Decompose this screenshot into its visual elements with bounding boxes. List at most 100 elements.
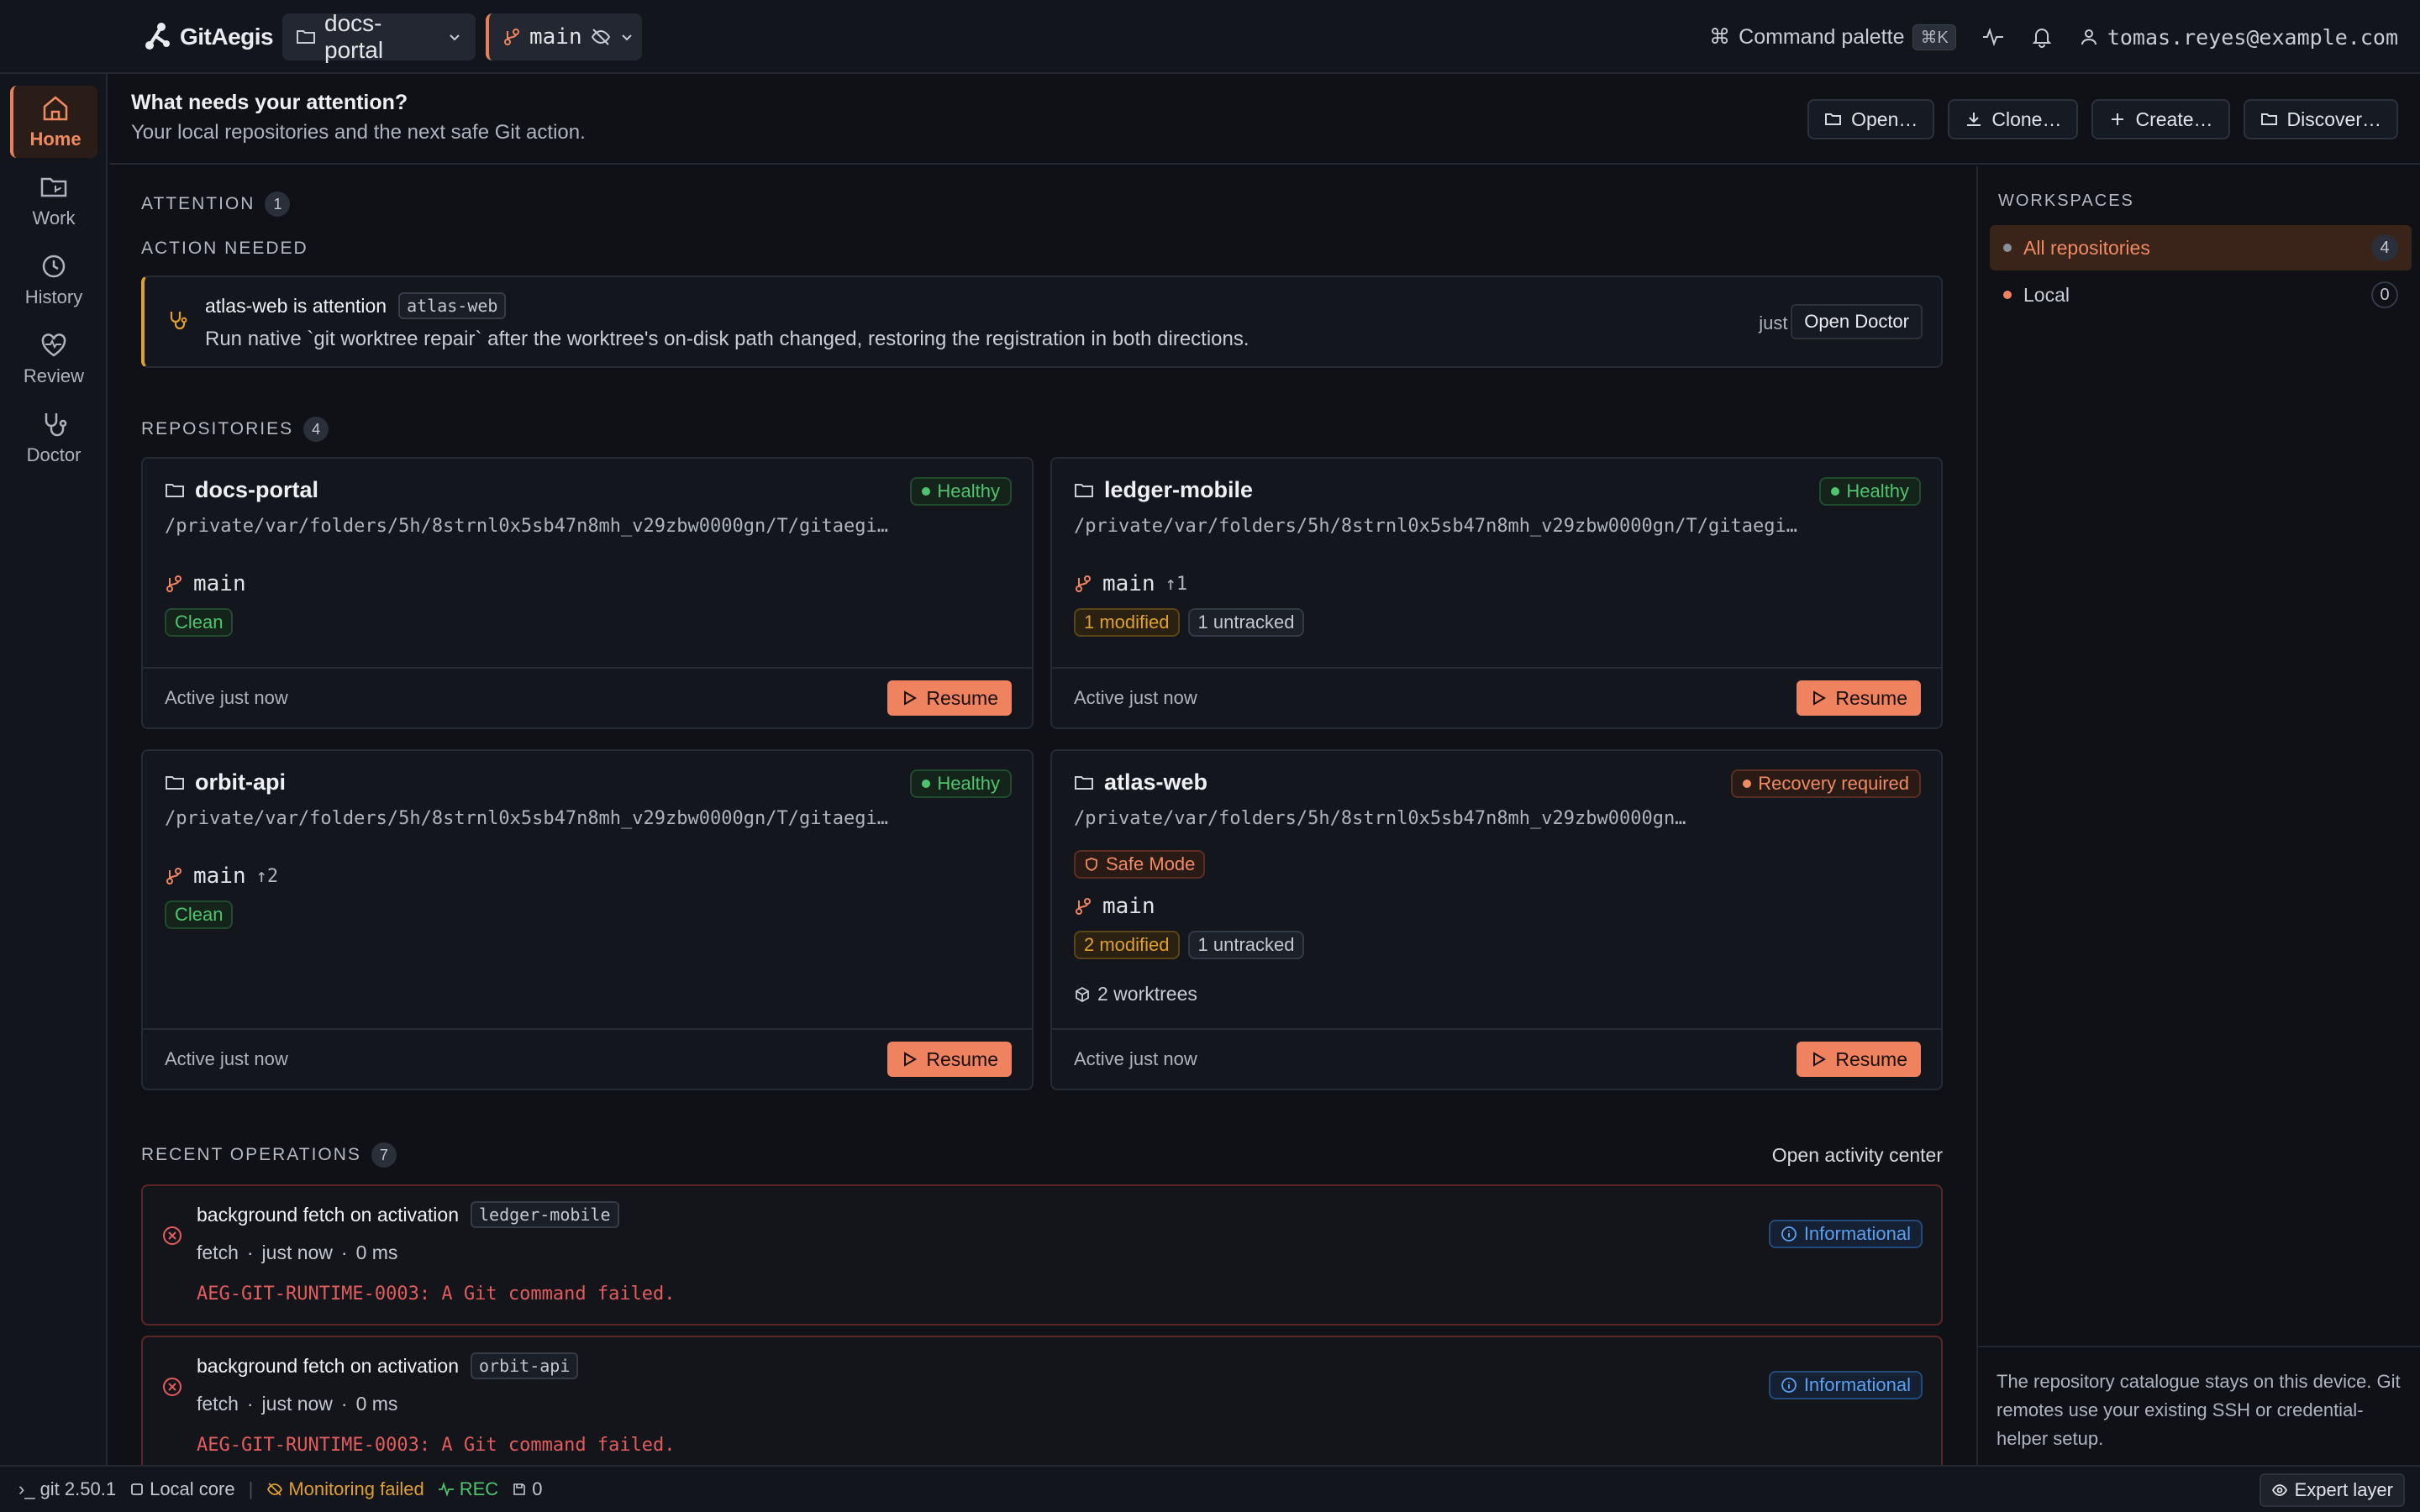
workspace-count: 4 xyxy=(2371,234,2398,261)
health-badge: Recovery required xyxy=(1731,769,1921,798)
health-badge: Healthy xyxy=(910,477,1012,506)
error-circle-icon xyxy=(161,1225,183,1247)
rail-item-label: History xyxy=(24,286,83,307)
clean-chip: Clean xyxy=(165,608,234,637)
git-version[interactable]: ›_ git 2.50.1 xyxy=(18,1478,116,1500)
resume-button[interactable]: Resume xyxy=(887,680,1012,716)
folder-open-icon xyxy=(1824,110,1843,129)
rec-status[interactable]: REC xyxy=(438,1478,498,1500)
branch-selector-label: main xyxy=(529,24,582,50)
create-button-label: Create… xyxy=(2135,108,2213,130)
repo-card-ledger-mobile[interactable]: ledger-mobile Healthy /private/var/folde… xyxy=(1050,457,1943,729)
repo-selector-label: docs-portal xyxy=(324,10,384,63)
operation-duration: 0 ms xyxy=(355,1393,398,1415)
repo-card-docs-portal[interactable]: docs-portal Healthy /private/var/folders… xyxy=(141,457,1034,729)
rail-item-history[interactable]: History xyxy=(10,244,97,316)
rail-item-label: Doctor xyxy=(26,444,82,465)
top-bar: GitAegis docs-portal main ⌘ Command pale… xyxy=(0,0,2420,74)
branch-row: main xyxy=(1074,894,1155,919)
health-badge: Healthy xyxy=(1819,477,1921,506)
safe-mode-row: Safe Mode xyxy=(1074,850,1206,879)
top-right-controls: ⌘ Command palette ⌘K tomas.reyes@example… xyxy=(1709,13,2398,60)
page-title: What needs your attention? xyxy=(131,91,408,114)
attention-card[interactable]: atlas-web is attention atlas-web Run nat… xyxy=(141,276,1943,368)
workspace-item-all[interactable]: All repositories 4 xyxy=(1990,225,2412,270)
branch-icon xyxy=(165,867,183,885)
operation-time: just now xyxy=(261,1242,333,1263)
rail-item-label: Work xyxy=(32,207,76,228)
clean-chip: Clean xyxy=(165,900,234,929)
operation-card[interactable]: background fetch on activation orbit-api… xyxy=(141,1336,1943,1465)
monitoring-status[interactable]: Monitoring failed xyxy=(266,1478,424,1500)
clone-button-label: Clone… xyxy=(1991,108,2062,130)
local-core-status[interactable]: Local core xyxy=(129,1478,235,1500)
attention-description: Run native `git worktree repair` after t… xyxy=(205,328,1249,350)
terminal-icon: ›_ xyxy=(18,1478,35,1499)
open-doctor-button[interactable]: Open Doctor xyxy=(1791,304,1923,339)
branch-selector[interactable]: main xyxy=(486,13,642,60)
folder-branch-icon xyxy=(39,172,69,202)
open-button[interactable]: Open… xyxy=(1807,99,1935,139)
repo-card-orbit-api[interactable]: orbit-api Healthy /private/var/folders/5… xyxy=(141,749,1034,1090)
bell-icon[interactable] xyxy=(2030,25,2054,49)
repo-path: /private/var/folders/5h/8strnl0x5sb47n8m… xyxy=(1074,808,1696,829)
modified-chip: 1 modified xyxy=(1074,608,1180,637)
rail-item-label: Review xyxy=(23,365,85,386)
resume-button[interactable]: Resume xyxy=(887,1042,1012,1077)
status-bar: ›_ git 2.50.1 Local core | Monitoring fa… xyxy=(0,1465,2420,1512)
safe-mode-label: Safe Mode xyxy=(1106,853,1196,874)
resume-button[interactable]: Resume xyxy=(1797,1042,1921,1077)
database-icon xyxy=(129,1482,145,1497)
open-activity-center-link[interactable]: Open activity center xyxy=(1772,1144,1943,1167)
brand[interactable]: GitAegis xyxy=(141,18,274,55)
modified-chip: 2 modified xyxy=(1074,931,1180,959)
repo-name: orbit-api xyxy=(195,769,286,795)
folder-search-icon xyxy=(2260,110,2279,129)
discover-button[interactable]: Discover… xyxy=(2243,99,2398,139)
folder-branch-icon xyxy=(165,480,185,501)
rail-item-home[interactable]: Home xyxy=(10,86,97,158)
rail-item-review[interactable]: Review xyxy=(10,323,97,395)
repositories-section-label: REPOSITORIES 4 xyxy=(141,417,329,442)
health-label: Healthy xyxy=(937,773,1000,794)
branch-name: main xyxy=(193,571,246,596)
chevron-down-icon xyxy=(619,29,634,45)
operation-kind: fetch xyxy=(197,1242,239,1263)
workspace-label: All repositories xyxy=(2023,236,2150,259)
repo-name-row: ledger-mobile xyxy=(1074,477,1253,503)
clone-button[interactable]: Clone… xyxy=(1948,99,2079,139)
status-dot xyxy=(1831,487,1840,496)
branch-name: main xyxy=(193,864,246,889)
brand-logo-icon xyxy=(141,20,175,54)
rail-item-doctor[interactable]: Doctor xyxy=(10,402,97,474)
page-header: What needs your attention? Your local re… xyxy=(109,76,2420,165)
branch-row: main ↑2 xyxy=(165,864,278,889)
play-icon xyxy=(901,1051,918,1068)
activity-pulse-icon[interactable] xyxy=(1981,25,2005,49)
rail-item-work[interactable]: Work xyxy=(10,165,97,237)
operation-title-row: background fetch on activation orbit-api xyxy=(197,1352,579,1379)
queue-status[interactable]: 0 xyxy=(512,1478,542,1500)
folder-icon xyxy=(296,27,316,47)
command-palette-button[interactable]: ⌘ Command palette ⌘K xyxy=(1709,24,1956,50)
user-menu[interactable]: tomas.reyes@example.com xyxy=(2079,25,2398,50)
attention-title: atlas-web is attention xyxy=(205,294,387,317)
discover-button-label: Discover… xyxy=(2286,108,2381,130)
workspace-item-local[interactable]: Local 0 xyxy=(1990,272,2412,318)
create-button[interactable]: Create… xyxy=(2091,99,2230,139)
operation-card[interactable]: background fetch on activation ledger-mo… xyxy=(141,1184,1943,1326)
resume-button[interactable]: Resume xyxy=(1797,680,1921,716)
brand-name: GitAegis xyxy=(180,24,274,50)
repo-selector[interactable]: docs-portal xyxy=(282,10,476,63)
status-dot xyxy=(1743,780,1752,788)
expert-layer-button[interactable]: Expert layer xyxy=(2259,1473,2405,1507)
info-icon xyxy=(1781,1226,1797,1242)
worktrees-row: 2 worktrees xyxy=(1074,983,1197,1005)
command-palette-label: Command palette xyxy=(1739,24,1905,49)
download-icon xyxy=(1965,110,1983,129)
play-icon xyxy=(901,690,918,706)
resume-label: Resume xyxy=(926,686,998,709)
plus-icon xyxy=(2108,110,2127,129)
expert-layer-label: Expert layer xyxy=(2294,1479,2393,1500)
repo-card-atlas-web[interactable]: atlas-web Recovery required /private/var… xyxy=(1050,749,1943,1090)
